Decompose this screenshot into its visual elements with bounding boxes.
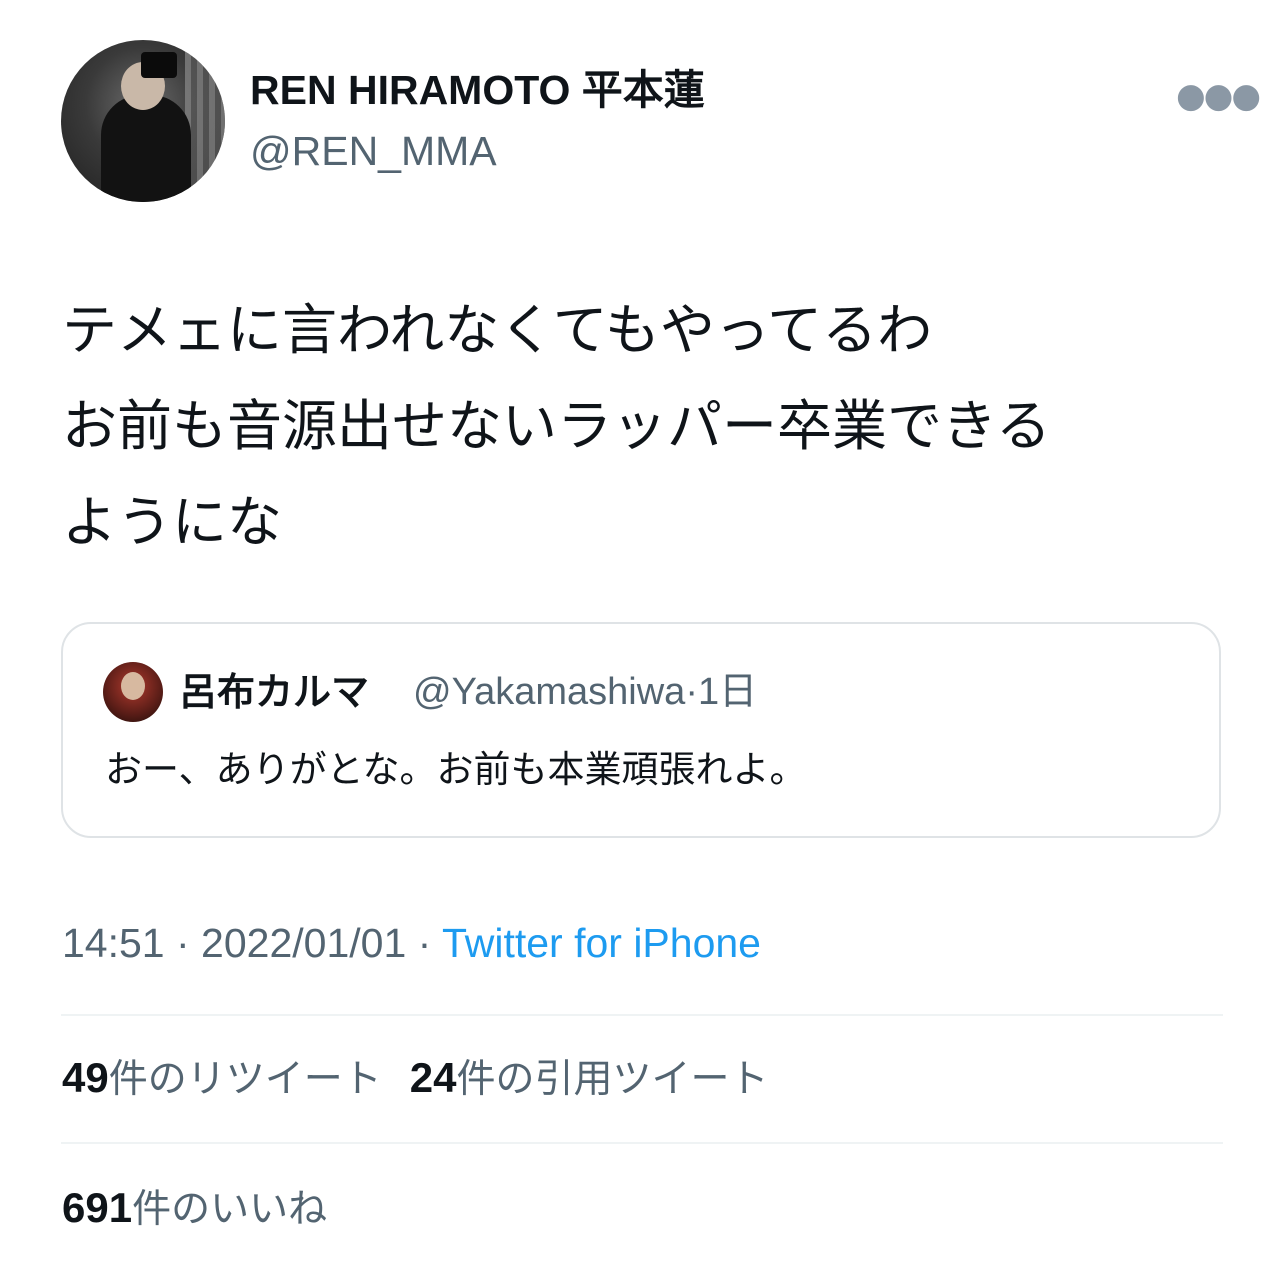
quotes-label: 件の引用ツイート	[456, 1057, 769, 1102]
quotes-count: 24	[409, 1054, 457, 1101]
quoted-author-avatar	[103, 662, 163, 722]
quoted-author-handle-time: @Yakamashiwa·1日	[413, 668, 757, 716]
quotes-stat[interactable]: 24件の引用ツイート	[409, 1054, 769, 1102]
retweets-label: 件のリツイート	[108, 1057, 382, 1102]
tweet-text: テメェに言われなくてもやってるわ お前も音源出せないラッパー卒業できる ようにな	[62, 282, 1242, 570]
quoted-tweet-card[interactable]: 呂布カルマ @Yakamashiwa·1日 おー、ありがとな。お前も本業頑張れよ…	[61, 622, 1221, 838]
author-name[interactable]: REN HIRAMOTO 平本蓮	[250, 64, 705, 116]
avatar-background	[185, 40, 225, 202]
quoted-author-handle: @Yakamashiwa	[413, 671, 686, 713]
quoted-tweet-text: おー、ありがとな。お前も本業頑張れよ。	[105, 748, 807, 791]
likes-label: 件のいいね	[132, 1187, 328, 1232]
likes-stat[interactable]: 691件のいいね	[62, 1180, 327, 1238]
likes-count: 691	[62, 1184, 133, 1231]
engagement-stats: 49件のリツイート 24件の引用ツイート	[62, 1050, 768, 1108]
tweet-line: お前も音源出せないラッパー卒業できる	[62, 394, 1051, 458]
avatar-figure	[101, 95, 191, 202]
retweets-stat[interactable]: 49件のリツイート	[62, 1054, 382, 1102]
divider	[61, 1014, 1223, 1016]
divider	[61, 1142, 1223, 1144]
tweet-line: ようにな	[62, 490, 283, 554]
meta-separator: ·	[406, 920, 442, 966]
tweet-time: 14:51	[62, 920, 165, 966]
tweet-line: テメェに言われなくてもやってるわ	[62, 298, 933, 362]
quoted-author-name: 呂布カルマ	[179, 670, 370, 714]
meta-separator: ·	[164, 920, 202, 966]
retweets-count: 49	[62, 1054, 109, 1101]
author-handle[interactable]: @REN_MMA	[250, 125, 497, 177]
tweet-meta: 14:51 · 2022/01/01 · Twitter for iPhone	[62, 915, 761, 971]
quoted-time: ·1日	[685, 671, 758, 713]
camera-icon	[141, 52, 177, 78]
tweet-source-link[interactable]: Twitter for iPhone	[442, 920, 761, 966]
author-avatar[interactable]	[61, 40, 225, 202]
more-dots-icon[interactable]: ●●●	[1176, 76, 1261, 116]
tweet-date: 2022/01/01	[201, 920, 407, 966]
